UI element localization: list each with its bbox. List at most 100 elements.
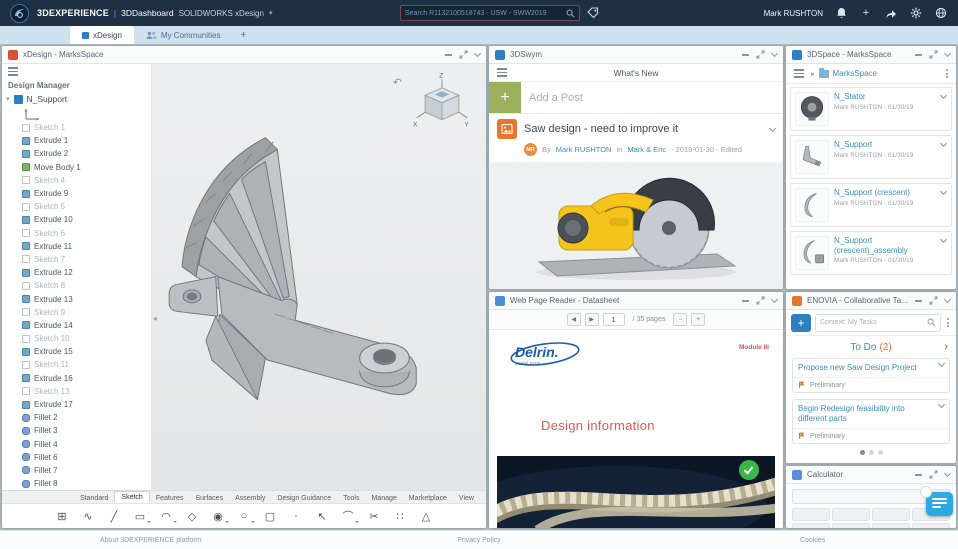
tab-my-communities[interactable]: My Communities: [134, 26, 233, 44]
author-avatar[interactable]: MR: [524, 143, 537, 156]
post-image-saw[interactable]: [489, 162, 783, 289]
ribbon-tab[interactable]: Manage: [365, 493, 402, 503]
task-chevron-icon[interactable]: [938, 360, 945, 367]
3ds-compass-logo-icon[interactable]: [10, 4, 29, 23]
minimize-icon[interactable]: [915, 300, 922, 302]
tag-icon[interactable]: [587, 7, 599, 19]
expand-icon[interactable]: [756, 50, 765, 59]
zoom-out-button[interactable]: −: [673, 313, 687, 326]
tree-item[interactable]: Sketch 11: [2, 358, 151, 371]
tree-item[interactable]: Sketch 9: [2, 306, 151, 319]
expand-icon[interactable]: [929, 50, 938, 59]
ribbon-tab[interactable]: Assembly: [229, 493, 271, 503]
tree-item[interactable]: Extrude 13: [2, 292, 151, 305]
todo-label[interactable]: To Do: [850, 342, 876, 353]
swym-section-title[interactable]: What's New: [613, 68, 658, 78]
search-box[interactable]: [400, 5, 580, 21]
sketch-tool-icon[interactable]: △: [414, 506, 439, 527]
tree-item[interactable]: Sketch 4: [2, 174, 151, 187]
calculator-key[interactable]: [872, 508, 910, 521]
task-search-box[interactable]: [815, 314, 941, 332]
community-link[interactable]: Mark & Eric: [627, 145, 666, 154]
tree-item[interactable]: Extrude 1: [2, 134, 151, 147]
ribbon-tab[interactable]: Marketplace: [403, 493, 453, 503]
tree-item[interactable]: Extrude 15: [2, 345, 151, 358]
next-section-chevron-icon[interactable]: ›: [944, 341, 948, 353]
ribbon-tab[interactable]: Design Guidance: [271, 493, 337, 503]
sketch-tool-icon[interactable]: ◠: [154, 506, 179, 527]
sketch-tool-icon[interactable]: ▭: [128, 506, 153, 527]
tree-item[interactable]: Extrude 16: [2, 372, 151, 385]
calculator-key[interactable]: [912, 523, 950, 528]
ribbon-tab[interactable]: Surfaces: [189, 493, 229, 503]
item-title[interactable]: N_Support (crescent)_assembly: [834, 236, 947, 255]
tree-item[interactable]: Fillet 2: [2, 411, 151, 424]
page-dot-active[interactable]: [860, 450, 865, 455]
chat-bubble-button[interactable]: [926, 492, 953, 516]
page-number-input[interactable]: [603, 313, 625, 326]
sketch-tool-icon[interactable]: ∷: [388, 506, 413, 527]
zoom-in-button[interactable]: +: [691, 313, 705, 326]
calculator-key[interactable]: [792, 508, 830, 521]
task-title[interactable]: Begin Redesign feasibility into differen…: [798, 404, 935, 424]
collapse-chevron-icon[interactable]: [474, 50, 481, 57]
tree-item[interactable]: Extrude 14: [2, 319, 151, 332]
tree-item[interactable]: Fillet 4: [2, 438, 151, 451]
tree-item[interactable]: Sketch 1: [2, 121, 151, 134]
page-dot[interactable]: [869, 450, 874, 455]
minimize-icon[interactable]: [742, 54, 749, 56]
post-header[interactable]: Saw design - need to improve it: [489, 114, 783, 141]
tree-origin-node[interactable]: [2, 106, 151, 121]
space-more-options-icon[interactable]: [944, 67, 950, 80]
collapse-chevron-icon[interactable]: [771, 50, 778, 57]
task-card[interactable]: Begin Redesign feasibility into differen…: [792, 399, 950, 444]
expand-icon[interactable]: [929, 470, 938, 479]
post-collapse-chevron-icon[interactable]: [769, 124, 776, 131]
ribbon-tab[interactable]: Features: [150, 493, 190, 503]
rotate-view-icon[interactable]: ↶: [393, 76, 402, 89]
tree-item[interactable]: Extrude 12: [2, 266, 151, 279]
item-title[interactable]: N_Support (crescent): [834, 188, 947, 198]
tree-item[interactable]: Extrude 17: [2, 398, 151, 411]
tree-root-caret-icon[interactable]: ▾: [6, 95, 10, 103]
tree-item[interactable]: Extrude 9: [2, 187, 151, 200]
sketch-tool-icon[interactable]: ↖: [310, 506, 335, 527]
brand-suite[interactable]: SOLIDWORKS xDesign: [179, 9, 264, 18]
expand-icon[interactable]: [929, 296, 938, 305]
task-card[interactable]: Propose new Saw Design Project Prelimina…: [792, 358, 950, 393]
tree-item[interactable]: Move Body 1: [2, 161, 151, 174]
ribbon-tab[interactable]: Tools: [337, 493, 365, 503]
tree-item[interactable]: Fillet 3: [2, 424, 151, 437]
space-list-item[interactable]: N_Support (crescent) Mark RUSHTON - 01/3…: [790, 183, 952, 227]
tree-item[interactable]: Fillet 8: [2, 477, 151, 490]
expand-icon[interactable]: [756, 296, 765, 305]
minimize-icon[interactable]: [915, 54, 922, 56]
task-chevron-icon[interactable]: [938, 401, 945, 408]
space-list-item[interactable]: N_Support (crescent)_assembly Mark RUSHT…: [790, 231, 952, 275]
notifications-bell-icon[interactable]: [834, 6, 848, 20]
collapse-chevron-icon[interactable]: [944, 470, 951, 477]
cookies-link[interactable]: Cookies: [800, 537, 825, 544]
minimize-icon[interactable]: [742, 300, 749, 302]
tree-item[interactable]: Fillet 7: [2, 464, 151, 477]
tree-item[interactable]: Sketch 10: [2, 332, 151, 345]
page-dot[interactable]: [878, 450, 883, 455]
3d-viewport[interactable]: ◂ ↶ Z X Y: [152, 64, 486, 490]
sketch-tool-icon[interactable]: ╱: [102, 506, 127, 527]
user-name[interactable]: Mark RUSHTON: [764, 9, 823, 18]
tree-item[interactable]: Sketch 6: [2, 227, 151, 240]
tree-root-node[interactable]: ▾ N_Support: [2, 92, 151, 106]
author-link[interactable]: Mark RUSHTON: [556, 145, 612, 154]
privacy-policy-link[interactable]: Privacy Policy: [457, 537, 501, 544]
add-tab-button[interactable]: +: [232, 26, 254, 44]
next-page-button[interactable]: ▶: [585, 313, 599, 326]
collapse-chevron-icon[interactable]: [944, 296, 951, 303]
task-search-input[interactable]: [820, 319, 927, 326]
minimize-icon[interactable]: [915, 474, 922, 476]
calculator-key[interactable]: [872, 523, 910, 528]
ribbon-tab[interactable]: Standard: [74, 493, 114, 503]
ribbon-tab[interactable]: Sketch: [114, 491, 149, 503]
tree-menu-icon[interactable]: [6, 65, 20, 78]
tree-item[interactable]: Sketch 8: [2, 279, 151, 292]
tree-item[interactable]: Sketch 7: [2, 253, 151, 266]
